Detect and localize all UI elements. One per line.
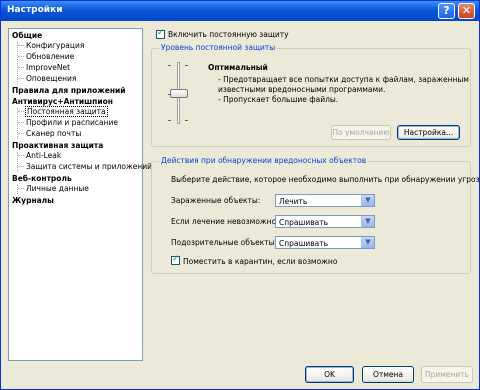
help-button[interactable]: ? [438, 3, 455, 19]
ok-button[interactable]: OK [305, 366, 354, 383]
tree-item-realtime-protection[interactable]: Постоянная защита [25, 106, 108, 117]
tree-line [18, 122, 24, 123]
actions-group-title: Действия при обнаружении вредоносных объ… [159, 156, 369, 165]
protection-level-name: Оптимальный [208, 63, 268, 72]
apply-button[interactable]: Применить [421, 366, 473, 383]
quarantine-checkbox[interactable] [171, 254, 180, 265]
chevron-down-icon[interactable]: ▼ [361, 237, 374, 248]
tree-line [18, 166, 24, 167]
infected-objects-label: Зараженные объекты: [171, 196, 261, 205]
tree-line [18, 133, 24, 134]
chevron-down-icon[interactable]: ▼ [361, 216, 374, 227]
tree-item-system-protection[interactable]: Защита системы и приложений [26, 162, 152, 171]
tree-line [17, 185, 18, 194]
settings-tree: Общие Конфигурация Обновление ImproveNet… [8, 28, 152, 361]
protection-level-desc-1: - Предотвращает все попытки доступа к фа… [218, 75, 469, 84]
title-bar[interactable]: Настройки ? ✕ [1, 1, 479, 21]
tree-item-anti-leak[interactable]: Anti-Leak [26, 151, 61, 160]
tree-item-personal-data[interactable]: Личные данные [26, 184, 89, 193]
tree-item-update[interactable]: Обновление [26, 52, 74, 61]
enable-protection-checkbox[interactable] [156, 28, 165, 39]
tree-item-notifications[interactable]: Оповещения [26, 74, 76, 83]
tree-line [18, 45, 24, 46]
tree-item-profiles-schedule[interactable]: Профили и расписание [26, 118, 118, 127]
tree-line [17, 108, 18, 139]
protection-level-slider-thumb[interactable] [170, 89, 188, 98]
chevron-down-icon[interactable]: ▼ [361, 195, 374, 206]
window-title: Настройки [7, 5, 63, 15]
suspicious-objects-select[interactable]: Спрашивать ▼ [275, 236, 375, 249]
enable-protection-label: Включить постоянную защиту [168, 30, 289, 39]
settings-button[interactable]: Настройка... [397, 125, 460, 140]
infected-objects-value: Лечить [279, 197, 308, 206]
tree-item-antivirus[interactable]: Антивирус+Антишпион [12, 97, 113, 106]
cure-failed-select[interactable]: Спрашивать ▼ [275, 215, 375, 228]
cancel-button[interactable]: Отмена [362, 366, 414, 383]
protection-level-desc-3: - Пропускает большие файлы. [218, 95, 339, 104]
actions-instruction: Выберите действие, которое необходимо вы… [171, 175, 480, 184]
default-button[interactable]: По умолчанию [331, 125, 391, 140]
tree-line [18, 111, 24, 112]
tree-item-improvenet[interactable]: ImproveNet [26, 63, 70, 72]
tree-line [18, 56, 24, 57]
protection-level-desc-2: известными вредоносными программами. [218, 85, 386, 94]
close-button[interactable]: ✕ [458, 3, 475, 19]
tree-item-web-control[interactable]: Веб-контроль [12, 174, 72, 183]
cure-failed-label: Если лечение невозможно: [171, 217, 279, 226]
tree-item-app-rules[interactable]: Правила для приложений [12, 86, 126, 95]
protection-level-group-title: Уровень постоянной защиты [159, 43, 278, 52]
tree-line [18, 78, 24, 79]
infected-objects-select[interactable]: Лечить ▼ [275, 194, 375, 207]
suspicious-objects-label: Подозрительные объекты: [171, 238, 278, 247]
slider-tick [168, 65, 171, 66]
tree-item-logs[interactable]: Журналы [12, 196, 54, 205]
slider-tick [168, 120, 171, 121]
tree-line [18, 155, 24, 156]
slider-tick [185, 120, 188, 121]
tree-line [18, 67, 24, 68]
suspicious-objects-value: Спрашивать [279, 239, 329, 248]
tree-item-proactive[interactable]: Проактивная защита [12, 141, 103, 150]
settings-window: Настройки ? ✕ Общие Конфигурация Обновле… [0, 0, 480, 390]
tree-item-configuration[interactable]: Конфигурация [26, 41, 84, 50]
quarantine-label: Поместить в карантин, если возможно [183, 257, 338, 266]
tree-item-mail-scanner[interactable]: Сканер почты [26, 129, 81, 138]
slider-tick [185, 65, 188, 66]
tree-item-general[interactable]: Общие [12, 31, 42, 40]
cure-failed-value: Спрашивать [279, 218, 329, 227]
tree-line [18, 188, 24, 189]
